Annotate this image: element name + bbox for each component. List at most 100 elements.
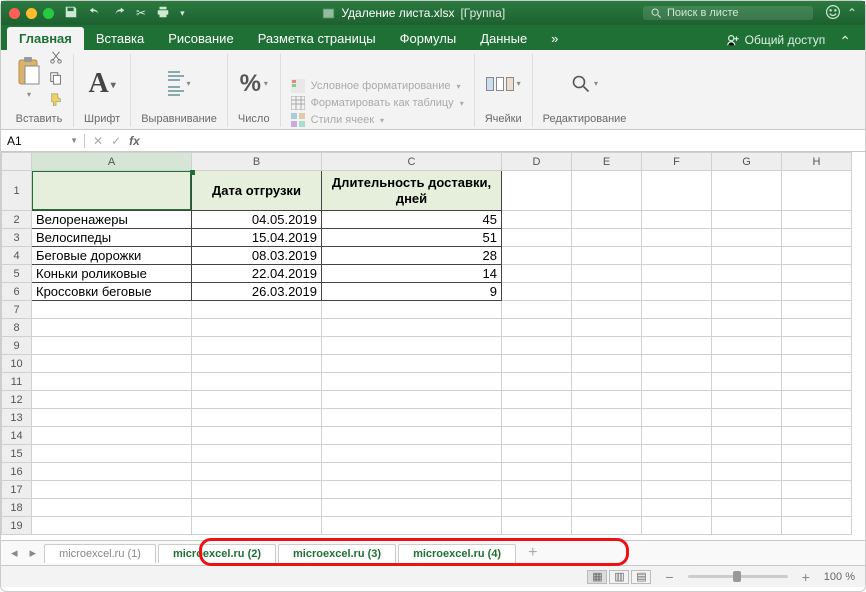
cell-E1[interactable] <box>572 171 642 211</box>
accept-formula-icon[interactable]: ✓ <box>111 134 121 148</box>
cell-H5[interactable] <box>782 265 852 283</box>
cell-A2[interactable]: Велоренажеры <box>32 211 192 229</box>
zoom-in-button[interactable]: + <box>798 569 814 585</box>
redo-icon[interactable] <box>112 5 126 22</box>
column-header-F[interactable]: F <box>642 153 712 171</box>
sheet-search-input[interactable]: Поиск в листе <box>643 6 813 20</box>
cell-C15[interactable] <box>322 445 502 463</box>
cell-E9[interactable] <box>572 337 642 355</box>
cell-E6[interactable] <box>572 283 642 301</box>
cell-F19[interactable] <box>642 517 712 535</box>
cell-D5[interactable] <box>502 265 572 283</box>
cell-C5[interactable]: 14 <box>322 265 502 283</box>
cell-G12[interactable] <box>712 391 782 409</box>
row-header[interactable]: 5 <box>2 265 32 283</box>
sheet-tab-3[interactable]: microexcel.ru (3) <box>278 544 396 563</box>
cell-A19[interactable] <box>32 517 192 535</box>
cell-D18[interactable] <box>502 499 572 517</box>
cell-E8[interactable] <box>572 319 642 337</box>
row-header[interactable]: 18 <box>2 499 32 517</box>
cell-E16[interactable] <box>572 463 642 481</box>
cell-F8[interactable] <box>642 319 712 337</box>
name-box-dropdown-icon[interactable]: ▼ <box>70 136 78 145</box>
add-sheet-button[interactable]: + <box>520 544 545 562</box>
cell-H13[interactable] <box>782 409 852 427</box>
cell-C6[interactable]: 9 <box>322 283 502 301</box>
tab-insert[interactable]: Вставка <box>84 27 156 50</box>
cell-F11[interactable] <box>642 373 712 391</box>
cell-D8[interactable] <box>502 319 572 337</box>
conditional-formatting-button[interactable]: Условное форматирование▾ <box>291 79 464 93</box>
cell-F1[interactable] <box>642 171 712 211</box>
cell-G3[interactable] <box>712 229 782 247</box>
row-header[interactable]: 15 <box>2 445 32 463</box>
row-header[interactable]: 12 <box>2 391 32 409</box>
row-header[interactable]: 2 <box>2 211 32 229</box>
row-header[interactable]: 14 <box>2 427 32 445</box>
close-window-button[interactable] <box>9 8 20 19</box>
cell-F5[interactable] <box>642 265 712 283</box>
cell-C1[interactable]: Длительность доставки, дней <box>322 171 502 211</box>
cell-D12[interactable] <box>502 391 572 409</box>
name-box[interactable]: A1 ▼ <box>1 134 85 148</box>
cell-B16[interactable] <box>192 463 322 481</box>
cell-G8[interactable] <box>712 319 782 337</box>
sheet-nav-prev[interactable]: ◂ <box>7 545 22 561</box>
cell-H19[interactable] <box>782 517 852 535</box>
cell-F2[interactable] <box>642 211 712 229</box>
row-header[interactable]: 13 <box>2 409 32 427</box>
cell-B3[interactable]: 15.04.2019 <box>192 229 322 247</box>
tab-page-layout[interactable]: Разметка страницы <box>246 27 388 50</box>
tab-formulas[interactable]: Формулы <box>388 27 469 50</box>
cell-F10[interactable] <box>642 355 712 373</box>
cell-B7[interactable] <box>192 301 322 319</box>
editing-group[interactable]: ▾ Редактирование <box>533 54 637 127</box>
select-all-corner[interactable] <box>2 153 32 171</box>
cell-G14[interactable] <box>712 427 782 445</box>
cell-G11[interactable] <box>712 373 782 391</box>
cell-E4[interactable] <box>572 247 642 265</box>
page-break-view-button[interactable]: ▤ <box>631 570 651 584</box>
cell-H17[interactable] <box>782 481 852 499</box>
cell-G5[interactable] <box>712 265 782 283</box>
cell-F12[interactable] <box>642 391 712 409</box>
print-icon[interactable] <box>156 5 170 22</box>
cell-D9[interactable] <box>502 337 572 355</box>
cell-G15[interactable] <box>712 445 782 463</box>
cell-A8[interactable] <box>32 319 192 337</box>
cell-B8[interactable] <box>192 319 322 337</box>
row-header[interactable]: 17 <box>2 481 32 499</box>
cell-E5[interactable] <box>572 265 642 283</box>
cell-A10[interactable] <box>32 355 192 373</box>
cell-B13[interactable] <box>192 409 322 427</box>
row-header[interactable]: 3 <box>2 229 32 247</box>
cell-A14[interactable] <box>32 427 192 445</box>
cell-A1[interactable] <box>32 171 192 211</box>
cell-C2[interactable]: 45 <box>322 211 502 229</box>
cell-F15[interactable] <box>642 445 712 463</box>
cell-D1[interactable] <box>502 171 572 211</box>
column-header-G[interactable]: G <box>712 153 782 171</box>
cell-B17[interactable] <box>192 481 322 499</box>
cell-B11[interactable] <box>192 373 322 391</box>
cell-E2[interactable] <box>572 211 642 229</box>
cell-H10[interactable] <box>782 355 852 373</box>
cell-G2[interactable] <box>712 211 782 229</box>
row-header[interactable]: 16 <box>2 463 32 481</box>
cell-E19[interactable] <box>572 517 642 535</box>
sheet-tab-2[interactable]: microexcel.ru (2) <box>158 544 276 563</box>
cell-C19[interactable] <box>322 517 502 535</box>
cell-A5[interactable]: Коньки роликовые <box>32 265 192 283</box>
row-header[interactable]: 6 <box>2 283 32 301</box>
cell-B6[interactable]: 26.03.2019 <box>192 283 322 301</box>
cell-H7[interactable] <box>782 301 852 319</box>
cell-F16[interactable] <box>642 463 712 481</box>
row-header[interactable]: 9 <box>2 337 32 355</box>
cell-H9[interactable] <box>782 337 852 355</box>
cell-F13[interactable] <box>642 409 712 427</box>
cell-C4[interactable]: 28 <box>322 247 502 265</box>
cell-D14[interactable] <box>502 427 572 445</box>
fx-icon[interactable]: fx <box>129 134 140 148</box>
cell-E18[interactable] <box>572 499 642 517</box>
cell-E12[interactable] <box>572 391 642 409</box>
